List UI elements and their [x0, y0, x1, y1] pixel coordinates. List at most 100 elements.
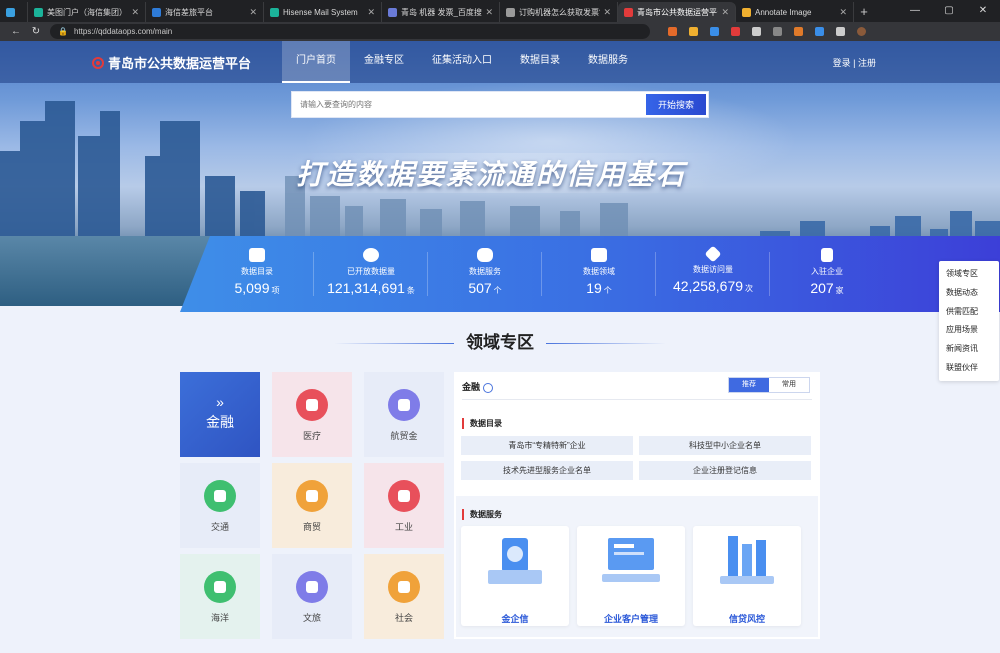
- tab-3[interactable]: Hisense Mail System ✕: [264, 2, 382, 22]
- sidenav-item-partners[interactable]: 联盟伙伴: [939, 359, 999, 378]
- domain-shipping-finance[interactable]: 航贸金: [364, 372, 444, 457]
- close-tab-icon[interactable]: ✕: [367, 7, 375, 18]
- extension-icon[interactable]: [668, 27, 677, 36]
- tab-4[interactable]: 青岛 机器 发票_百度搜索 ✕: [382, 2, 500, 22]
- extension-icon[interactable]: [773, 27, 782, 36]
- domain-transport[interactable]: 交通: [180, 463, 260, 548]
- nav-data-services[interactable]: 数据服务: [574, 41, 642, 83]
- close-tab-icon[interactable]: ✕: [485, 7, 493, 18]
- title-line-left: [334, 343, 454, 345]
- tab-5[interactable]: 订购机器怎么获取发票? -仅限✕: [500, 2, 618, 22]
- site-logo[interactable]: 青岛市公共数据运营平台: [92, 53, 251, 72]
- service-card-jinqixin[interactable]: 金企信: [461, 526, 569, 626]
- logo-text: 青岛市公共数据运营平台: [108, 56, 252, 71]
- domain-commerce[interactable]: 商贸: [272, 463, 352, 548]
- close-tab-icon[interactable]: ✕: [603, 7, 611, 18]
- url-bar[interactable]: 🔒 https://qddataops.com/main: [50, 24, 650, 39]
- main-navigation: 门户首页 金融专区 征集活动入口 数据目录 数据服务: [282, 41, 642, 83]
- search-bar: 开始搜索: [291, 91, 709, 118]
- stat-enterprises: 入驻企业 207 家: [770, 236, 884, 312]
- logo-icon: [92, 56, 104, 69]
- maximize-button[interactable]: ▢: [932, 0, 966, 22]
- reload-icon[interactable]: ↻: [26, 26, 46, 37]
- tab-7[interactable]: Annotate Image ✕: [736, 2, 854, 22]
- tab-1[interactable]: 美图门户（海信集团） ✕: [28, 2, 146, 22]
- extension-icon[interactable]: [710, 27, 719, 36]
- catalog-item[interactable]: 科技型中小企业名单: [639, 436, 811, 455]
- close-tab-icon[interactable]: ✕: [839, 7, 847, 18]
- wave-icon: [204, 571, 236, 603]
- tab-favicon-icon: [34, 7, 43, 17]
- nav-finance[interactable]: 金融专区: [350, 41, 418, 83]
- panel-tab-switch: 推荐 常用: [728, 377, 810, 393]
- close-window-button[interactable]: ✕: [966, 0, 1000, 22]
- domain-industry[interactable]: 工业: [364, 463, 444, 548]
- auth-separator: |: [853, 58, 856, 68]
- tab-2[interactable]: 海信差旅平台 ✕: [146, 2, 264, 22]
- tab-recommended[interactable]: 推荐: [729, 378, 769, 392]
- catalog-item[interactable]: 青岛市“专精特新”企业: [461, 436, 633, 455]
- services-heading: 数据服务: [462, 509, 502, 520]
- sidenav-item-data-news[interactable]: 数据动态: [939, 284, 999, 303]
- play-circle-icon[interactable]: [483, 382, 494, 393]
- extension-icon[interactable]: [731, 27, 740, 36]
- catalog-icon: [249, 248, 265, 262]
- extension-icon[interactable]: [752, 27, 761, 36]
- catalog-item[interactable]: 企业注册登记信息: [639, 461, 811, 480]
- stat-data-visits: 数据访问量 42,258,679 次: [656, 236, 770, 312]
- close-tab-icon[interactable]: ✕: [721, 7, 729, 18]
- new-tab-button[interactable]: +: [854, 2, 874, 22]
- lock-icon: 🔒: [58, 27, 68, 36]
- sidenav-item-news[interactable]: 新闻资讯: [939, 340, 999, 359]
- nav-data-catalog[interactable]: 数据目录: [506, 41, 574, 83]
- extension-icon[interactable]: [815, 27, 824, 36]
- domain-finance[interactable]: » 金融: [180, 372, 260, 457]
- minimize-button[interactable]: —: [898, 0, 932, 22]
- profile-avatar[interactable]: [857, 27, 866, 36]
- catalog-heading: 数据目录: [462, 418, 502, 429]
- address-toolbar: ← ↻ 🔒 https://qddataops.com/main: [0, 22, 1000, 41]
- extension-icon[interactable]: [836, 27, 845, 36]
- shop-icon: [296, 480, 328, 512]
- hero-slogan: 打造数据要素流通的信用基石: [296, 159, 687, 190]
- server-rack-illustration-icon: [720, 536, 774, 584]
- tab-favicon-icon: [270, 7, 279, 17]
- tab-frequent[interactable]: 常用: [769, 378, 809, 392]
- extension-icon[interactable]: [689, 27, 698, 36]
- nav-home[interactable]: 门户首页: [282, 41, 350, 83]
- sidenav-item-scenarios[interactable]: 应用场景: [939, 321, 999, 340]
- road-icon: [204, 480, 236, 512]
- register-link[interactable]: 注册: [858, 58, 876, 68]
- close-tab-icon[interactable]: ✕: [131, 7, 139, 18]
- search-input[interactable]: [292, 92, 642, 117]
- wallet-icon: [388, 389, 420, 421]
- tab-pinned[interactable]: [0, 2, 28, 22]
- domain-medical[interactable]: 医疗: [272, 372, 352, 457]
- tab-favicon-icon: [742, 7, 751, 17]
- domain-detail-panel: 金融 推荐 常用 数据目录 青岛市“专精特新”企业 科技型中小企业名单 技术先进型…: [454, 372, 820, 639]
- domain-ocean[interactable]: 海洋: [180, 554, 260, 639]
- domain-society[interactable]: 社会: [364, 554, 444, 639]
- domain-tourism[interactable]: 文旅: [272, 554, 352, 639]
- service-card-crm[interactable]: 企业客户管理: [577, 526, 685, 626]
- service-card-credit-risk[interactable]: 信贷风控: [693, 526, 801, 626]
- title-line-right: [546, 343, 666, 345]
- back-icon[interactable]: ←: [6, 26, 26, 37]
- tab-favicon-icon: [624, 7, 633, 17]
- sidenav-item-matching[interactable]: 供需匹配: [939, 303, 999, 322]
- nav-campaign[interactable]: 征集活动入口: [418, 41, 506, 83]
- server-illustration-icon: [488, 538, 542, 584]
- section-title-bar: 领域专区: [0, 328, 1000, 353]
- tab-favicon-icon: [152, 7, 161, 17]
- sidenav-item-domain[interactable]: 领域专区: [939, 265, 999, 284]
- pinned-favicon-icon: [6, 7, 15, 17]
- catalog-item[interactable]: 技术先进型服务企业名单: [461, 461, 633, 480]
- url-text: https://qddataops.com/main: [73, 27, 173, 36]
- login-link[interactable]: 登录: [833, 58, 851, 68]
- search-button[interactable]: 开始搜索: [646, 94, 706, 115]
- window-controls: — ▢ ✕: [898, 0, 1000, 22]
- close-tab-icon[interactable]: ✕: [249, 7, 257, 18]
- tab-6-active[interactable]: 青岛市公共数据运营平台 ✕: [618, 2, 736, 22]
- browser-window: 美图门户（海信集团） ✕ 海信差旅平台 ✕ Hisense Mail System ✕…: [0, 0, 1000, 653]
- extension-icon[interactable]: [794, 27, 803, 36]
